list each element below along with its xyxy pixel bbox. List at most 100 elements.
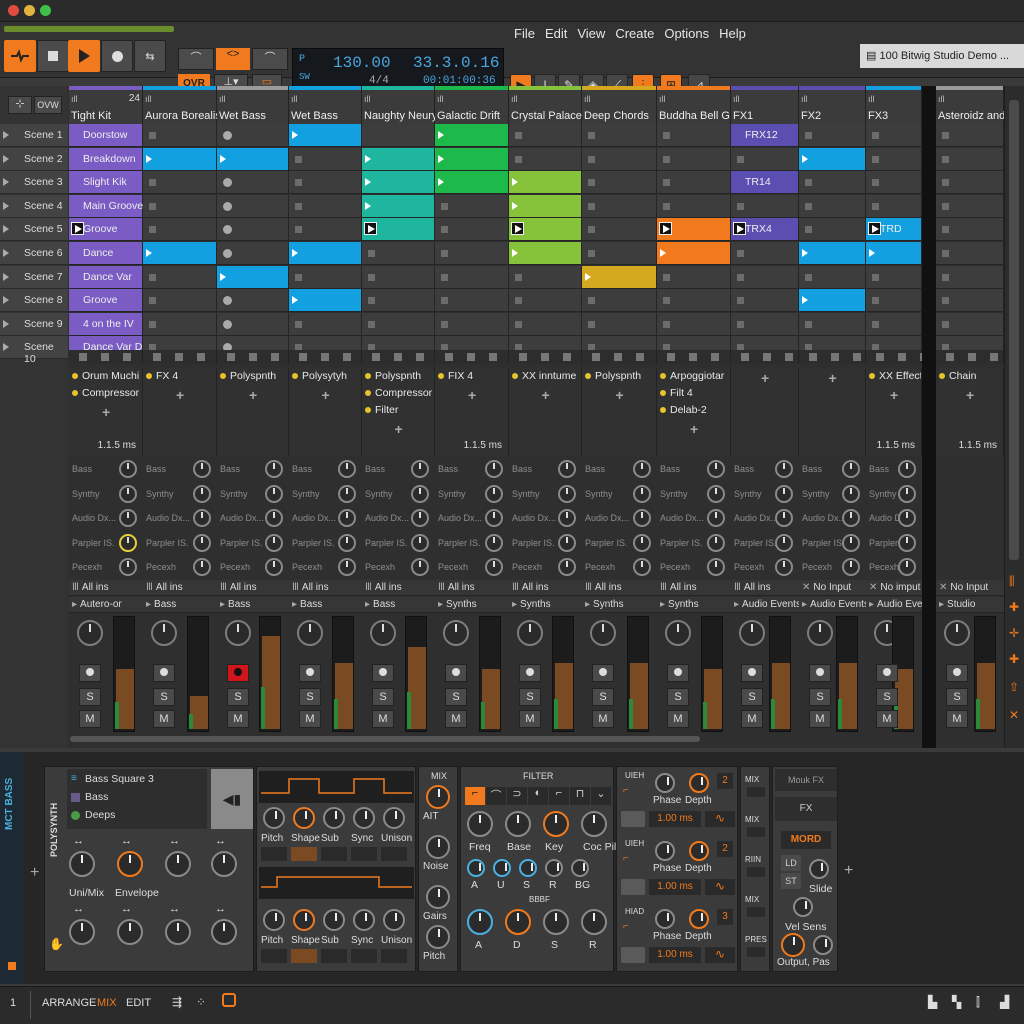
pan-knob[interactable] (297, 620, 323, 646)
clip-slot[interactable]: Groove (69, 289, 143, 313)
stop-slot-icon[interactable] (149, 320, 156, 328)
clip-slot[interactable] (657, 265, 731, 289)
menu-options[interactable]: Options (664, 26, 709, 41)
clip-slot[interactable] (289, 265, 362, 289)
device-hand-icon[interactable]: ✋ (49, 937, 64, 951)
clip-slot[interactable] (582, 265, 657, 289)
scene-row[interactable]: Scene 8 (0, 289, 68, 313)
lfo-depth-knob[interactable] (689, 773, 709, 793)
stop-clip-icon[interactable] (876, 353, 884, 361)
track-name[interactable]: Naughty Neury (364, 110, 436, 122)
clip-slot[interactable] (435, 124, 509, 147)
clip-slot[interactable] (509, 147, 582, 171)
filter-env-knob[interactable] (571, 859, 589, 877)
scene-launch-icon[interactable] (3, 249, 9, 257)
scene-row[interactable]: Scene 9 (0, 312, 68, 336)
input-selector[interactable]: Ⅲ All ins (509, 580, 582, 596)
clip-slot[interactable] (936, 171, 1004, 195)
device-knob[interactable] (69, 919, 95, 945)
input-selector[interactable]: Ⅲ All ins (435, 580, 509, 596)
track-header[interactable]: ıll FX2 (799, 86, 866, 124)
play-button[interactable] (68, 40, 100, 72)
clip-slot[interactable] (731, 265, 799, 289)
mod-slot[interactable] (747, 787, 765, 797)
stop-clip-icon[interactable] (898, 353, 906, 361)
osc-mode-button[interactable] (351, 847, 377, 861)
record-arm-button[interactable] (79, 664, 101, 682)
stop-slot-icon[interactable] (737, 155, 744, 163)
stop-clip-icon[interactable] (123, 353, 131, 361)
clip-slot[interactable] (362, 312, 435, 336)
device-item[interactable]: Orum Muchi (72, 370, 141, 382)
stop-clip-icon[interactable] (990, 353, 998, 361)
pan-knob[interactable] (225, 620, 251, 646)
sidebar-mixer-icon[interactable]: ⫼ (1009, 574, 1015, 589)
pan-knob[interactable] (517, 620, 543, 646)
track-name[interactable]: Buddha Bell G (659, 110, 732, 122)
device-knob[interactable] (69, 851, 95, 877)
send-knob[interactable] (898, 484, 916, 503)
lfo-wave-icon[interactable]: ∿ (705, 811, 735, 827)
scroll-thumb[interactable] (1009, 100, 1019, 560)
clip-slot[interactable] (799, 289, 866, 313)
send-knob[interactable] (411, 533, 429, 552)
stop-slot-icon[interactable] (295, 226, 302, 234)
stop-slot-icon[interactable] (588, 297, 595, 305)
stop-slot-icon[interactable] (805, 226, 812, 234)
clip-slot[interactable] (289, 289, 362, 313)
clip-slot[interactable] (362, 242, 435, 265)
mute-button[interactable]: M (372, 710, 394, 728)
clip-slot[interactable] (143, 147, 217, 171)
clip-play-icon[interactable] (802, 154, 808, 163)
device-power-icon[interactable] (939, 373, 945, 379)
lfo-wave-icon[interactable]: ∿ (705, 879, 735, 895)
device-power-icon[interactable] (72, 390, 78, 396)
clip-slot[interactable] (731, 147, 799, 171)
add-device-icon[interactable]: + (468, 387, 476, 403)
clip-slot[interactable] (435, 289, 509, 313)
record-arm-button[interactable] (445, 664, 467, 682)
clip-slot[interactable] (289, 312, 362, 336)
device-power-icon[interactable] (292, 373, 298, 379)
amp-env-knob[interactable] (467, 909, 493, 935)
stop-slot-icon[interactable] (737, 202, 744, 210)
clip-slot[interactable] (936, 194, 1004, 218)
clip-slot[interactable] (289, 194, 362, 218)
clip-slot[interactable] (731, 242, 799, 265)
clip-slot[interactable] (936, 242, 1004, 265)
pan-knob[interactable] (739, 620, 765, 646)
mute-button[interactable]: M (946, 710, 968, 728)
mute-button[interactable]: M (227, 710, 249, 728)
stop-clip-icon[interactable] (467, 353, 475, 361)
play-clip-icon[interactable] (511, 222, 524, 236)
mute-button[interactable]: M (519, 710, 541, 728)
clip-slot[interactable] (217, 171, 289, 195)
pan-knob[interactable] (807, 620, 833, 646)
send-knob[interactable] (898, 558, 916, 576)
filter-notch-icon[interactable]: ◐ (528, 787, 548, 805)
send-knob[interactable] (775, 460, 793, 478)
lfo-rate[interactable]: 1.00 ms (649, 879, 701, 895)
stop-slot-icon[interactable] (663, 297, 670, 305)
mute-button[interactable]: M (592, 710, 614, 728)
clip-slot[interactable] (936, 265, 1004, 289)
stop-clip-icon[interactable] (299, 353, 307, 361)
stop-slot-icon[interactable] (942, 320, 949, 328)
send-knob[interactable] (707, 460, 725, 478)
send-knob[interactable] (119, 533, 137, 552)
stop-clip-icon[interactable] (541, 353, 549, 361)
right-scrollbar[interactable]: ⫼ ✚ ✛ ✚ ⇧ ✕ (1004, 86, 1024, 748)
device-item[interactable]: Polyspnth (220, 370, 287, 382)
send-knob[interactable] (193, 533, 211, 552)
overview-icon[interactable]: ⊹ (8, 96, 32, 114)
filter-knob[interactable] (505, 811, 531, 837)
record-arm-button[interactable] (372, 664, 394, 682)
send-knob[interactable] (265, 484, 283, 503)
send-knob[interactable] (338, 533, 356, 552)
device-item[interactable]: Compressor (365, 387, 433, 399)
osc2-wave-display[interactable] (259, 867, 414, 899)
scene-row[interactable]: Scene 3 (0, 171, 68, 195)
clip-slot[interactable] (799, 171, 866, 195)
stop-button[interactable] (37, 40, 69, 72)
clip-slot[interactable] (582, 312, 657, 336)
